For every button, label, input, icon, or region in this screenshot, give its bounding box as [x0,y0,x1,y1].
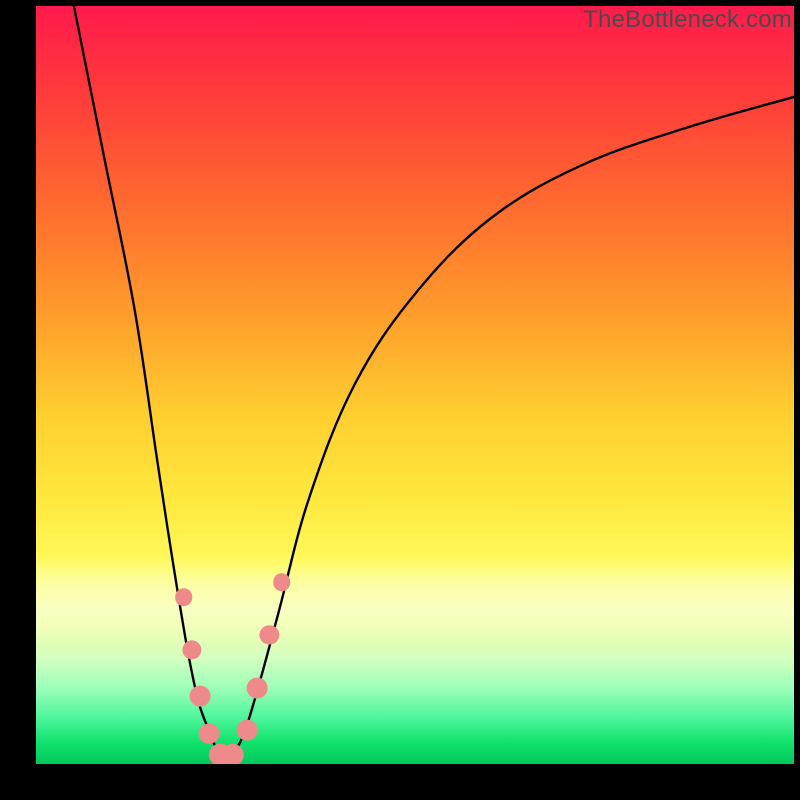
plot-area [36,6,794,764]
marker-dot [189,685,210,706]
marker-dot [198,723,219,744]
marker-dot [236,719,257,740]
marker-dot [273,573,291,591]
marker-dot [222,744,244,764]
marker-dot [175,588,193,606]
marker-dot [247,678,268,699]
chart-frame: TheBottleneck.com [0,0,800,800]
watermark-text: TheBottleneck.com [583,6,792,34]
curve-right-branch [226,97,795,762]
curve-layer [36,6,794,764]
curve-left-branch [74,6,226,762]
